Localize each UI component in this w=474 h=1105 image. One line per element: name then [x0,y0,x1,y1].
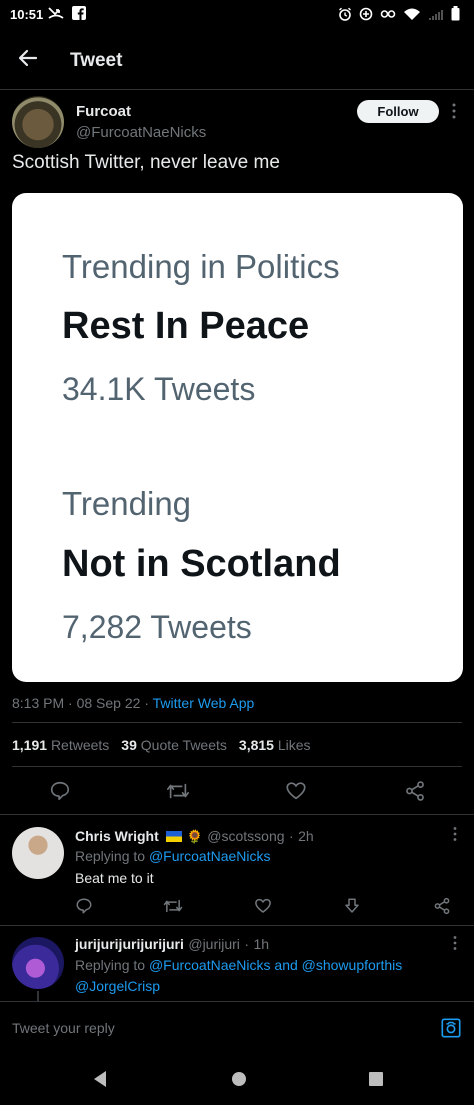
vpn-key-icon [380,9,396,18]
meta-separator: · [144,695,153,711]
tweet-stats: 1,191 Retweets 39 Quote Tweets 3,815 Lik… [12,737,311,753]
image-text-trending-politics: Trending in Politics [62,248,340,285]
nav-back-icon[interactable] [92,1070,108,1088]
facebook-icon [72,6,86,20]
reply-time: 2h [298,828,314,844]
author-handle[interactable]: @FurcoatNaeNicks [76,124,206,141]
downvote-icon[interactable] [343,897,361,915]
reply-icon[interactable] [75,897,93,915]
divider [12,722,462,723]
wifi-icon [404,8,420,20]
replying-to-link[interactable]: @FurcoatNaeNicks [149,848,271,864]
retweet-icon[interactable] [166,780,190,802]
reply-author-handle[interactable]: @scotssong [207,828,284,844]
tweet-metadata: 8:13 PM · 08 Sep 22 · Twitter Web App [12,695,254,711]
meta-separator: · [289,828,294,844]
retweet-icon[interactable] [163,897,183,915]
image-text-count-1: 34.1K Tweets [62,371,256,407]
quotes-stat[interactable]: 39 Quote Tweets [121,737,227,753]
share-icon[interactable] [433,897,451,915]
replying-to: Replying to @FurcoatNaeNicks and @showup… [75,957,403,973]
signal-icon [429,9,443,20]
reply-header: Chris Wright 🌻 @scotssong · 2h [75,828,314,846]
reply-author-name[interactable]: jurijurijurijurijuri [75,936,184,952]
share-icon[interactable] [404,780,426,802]
image-text-count-2: 7,282 Tweets [62,609,252,645]
reply-time: 1h [253,936,270,952]
likes-stat[interactable]: 3,815 Likes [239,737,311,753]
reply-composer[interactable]: Tweet your reply [0,1001,474,1053]
reply-input[interactable]: Tweet your reply [12,1020,115,1036]
reply-author-handle[interactable]: @jurijuri [188,936,240,952]
nav-home-icon[interactable] [231,1071,247,1087]
status-left-icons [48,6,86,20]
thread-line [37,991,39,1001]
reply-avatar[interactable] [12,827,64,879]
image-text-topic-1: Rest In Peace [62,305,310,347]
replying-to: Replying to @FurcoatNaeNicks [75,848,271,864]
tweet-text: Scottish Twitter, never leave me [12,152,280,173]
data-saver-icon [359,7,373,20]
system-nav-bar [0,1053,474,1105]
status-time: 10:51 [10,7,44,22]
image-text-topic-2: Not in Scotland [62,543,341,585]
nav-recents-icon[interactable] [369,1072,383,1086]
ukraine-flag-icon [166,831,183,842]
top-app-bar: Tweet [0,28,474,90]
tweet-source[interactable]: Twitter Web App [153,695,255,711]
tweet-date: 08 Sep 22 [76,695,141,711]
alarm-icon [339,7,351,21]
battery-icon [451,6,460,21]
like-icon[interactable] [254,897,272,915]
status-bar: 10:51 [0,0,474,28]
replying-to-link[interactable]: @FurcoatNaeNicks and @showupforthis [149,957,402,973]
more-icon[interactable] [451,935,459,951]
meta-separator: · [68,695,77,711]
reply-actions [0,897,474,917]
back-arrow-icon[interactable] [16,46,40,70]
reply-author-name[interactable]: Chris Wright [75,828,159,844]
camera-icon[interactable] [440,1017,462,1039]
follow-button[interactable]: Follow [357,100,439,123]
more-icon[interactable] [450,102,458,120]
missed-call-icon [48,7,64,19]
reply-avatar[interactable] [12,937,64,989]
tweet-time: 8:13 PM [12,695,65,711]
author-avatar[interactable] [12,96,64,148]
replying-to-link[interactable]: @JorgelCrisp [75,978,160,994]
like-icon[interactable] [285,780,307,802]
meta-separator: · [244,936,250,952]
tweet-image[interactable]: Trending in Politics Rest In Peace 34.1K… [12,193,463,682]
divider [0,925,474,926]
page-title: Tweet [70,50,123,71]
more-icon[interactable] [451,826,459,842]
tweet-actions [0,780,474,804]
image-text-trending: Trending [62,485,192,522]
sunflower-emoji: 🌻 [186,829,203,844]
reply-header: jurijurijurijurijuri @jurijuri · 1h [75,936,269,954]
retweets-stat[interactable]: 1,191 Retweets [12,737,109,753]
reply-icon[interactable] [49,780,71,802]
author-name[interactable]: Furcoat [76,103,131,120]
divider [12,766,462,767]
reply-text: Beat me to it [75,870,154,886]
divider [0,814,474,815]
status-right-icons [338,6,460,21]
